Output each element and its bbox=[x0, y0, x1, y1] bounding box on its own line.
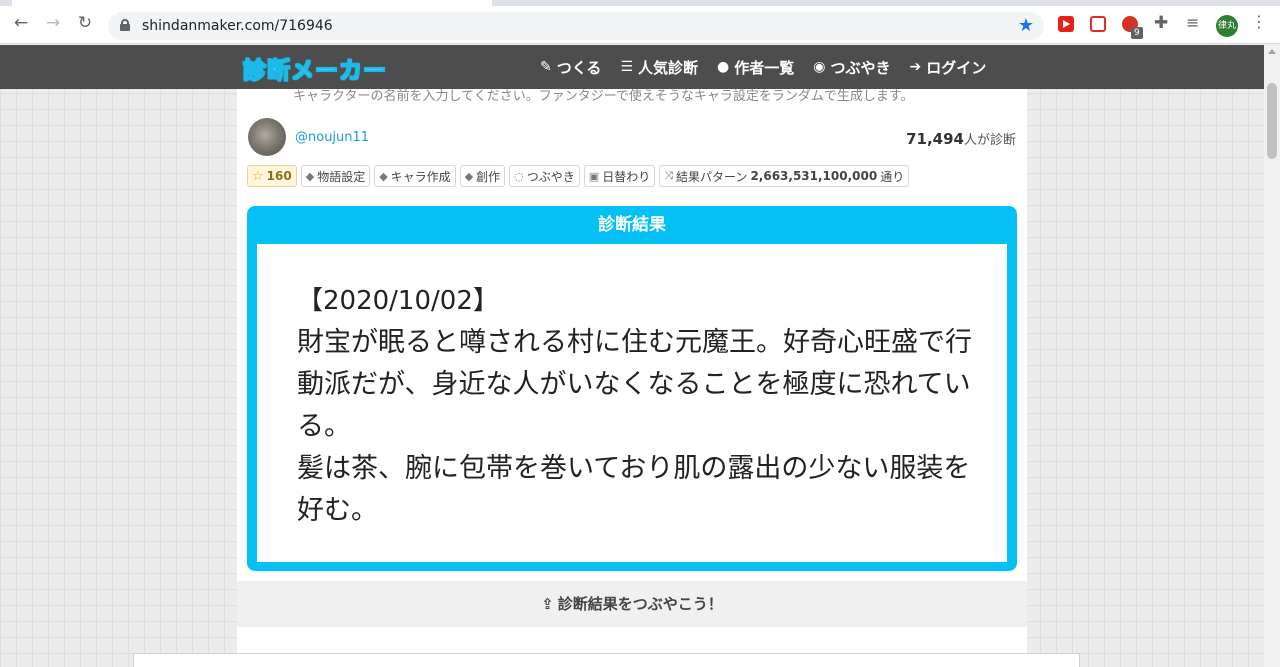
tweets-label: つぶやき bbox=[526, 169, 575, 184]
shindan-content: キャラクターの名前を入力してください。ファンタジーで使えそうなキャラ設定をランダ… bbox=[237, 45, 1027, 667]
result-text: 財宝が眠ると噂される村に住む元魔王。好奇心旺盛で行動派だが、身近な人がいなくなる… bbox=[297, 322, 987, 532]
nav-authors-label: 作者一覧 bbox=[734, 58, 795, 77]
nav-create-label: つくる bbox=[556, 58, 602, 77]
comment-icon: ◌ bbox=[514, 169, 524, 183]
page-scrollbar[interactable] bbox=[1264, 45, 1280, 667]
tab-strip bbox=[0, 0, 1280, 6]
diagnosis-count: 71,494人が診断 bbox=[906, 129, 1016, 148]
favorite-count: 160 bbox=[266, 169, 292, 183]
tag-label: 創作 bbox=[476, 169, 501, 184]
tag-icon: ◆ bbox=[379, 169, 388, 183]
pattern-number: 2,663,531,100,000 bbox=[750, 169, 878, 183]
bottom-popup-edge bbox=[133, 653, 1080, 667]
extensions-puzzle-icon[interactable]: ✚ bbox=[1154, 13, 1168, 33]
address-bar[interactable]: shindanmaker.com/716946 ★ bbox=[108, 12, 1044, 40]
tag-story-setting[interactable]: ◆ 物語設定 bbox=[300, 165, 371, 187]
list-icon: ☰ bbox=[620, 59, 633, 75]
diagnosis-count-number: 71,494 bbox=[906, 130, 964, 148]
result-body-panel: 【2020/10/02】 財宝が眠ると噂される村に住む元魔王。好奇心旺盛で行動派… bbox=[257, 244, 1007, 562]
scrollbar-thumb[interactable] bbox=[1267, 83, 1277, 159]
tag-creation[interactable]: ◆ 創作 bbox=[459, 165, 506, 187]
nav-tweets-label: つぶやき bbox=[830, 58, 891, 77]
user-icon: ● bbox=[717, 59, 730, 75]
bookmark-star-icon[interactable]: ★ bbox=[1018, 15, 1034, 36]
pattern-suffix: 通り bbox=[880, 169, 905, 184]
page-viewport: キャラクターの名前を入力してください。ファンタジーで使えそうなキャラ設定をランダ… bbox=[0, 45, 1264, 667]
tweets-link[interactable]: ◌ つぶやき bbox=[509, 165, 580, 187]
share-label: 診断結果をつぶやこう！ bbox=[557, 595, 723, 613]
reload-icon[interactable]: ↻ bbox=[76, 14, 94, 32]
tag-label: 物語設定 bbox=[317, 169, 366, 184]
extension-badge: 9 bbox=[1131, 27, 1143, 39]
site-nav: ✎ つくる ☰ 人気診断 ● 作者一覧 ◉ つぶやき ➔ ログイン bbox=[540, 45, 1005, 89]
result-date: 【2020/10/02】 bbox=[297, 286, 499, 316]
comments-icon: ◉ bbox=[813, 59, 826, 75]
browser-toolbar: ← → ↻ shindanmaker.com/716946 ★ 9 ✚ ≡ 律丸… bbox=[0, 0, 1280, 44]
nav-tweets[interactable]: ◉ つぶやき bbox=[813, 57, 890, 78]
nav-authors[interactable]: ● 作者一覧 bbox=[717, 57, 794, 78]
result-box: 診断結果 【2020/10/02】 財宝が眠ると噂される村に住む元魔王。好奇心旺… bbox=[247, 206, 1017, 571]
tag-label: キャラ作成 bbox=[390, 169, 451, 184]
url-text[interactable]: shindanmaker.com/716946 bbox=[142, 18, 333, 34]
nav-popular[interactable]: ☰ 人気診断 bbox=[620, 57, 698, 78]
daily-label: 日替わり bbox=[602, 169, 651, 184]
result-text-body: 財宝が眠ると噂される村に住む元魔王。好奇心旺盛で行動派だが、身近な人がいなくなる… bbox=[297, 327, 972, 526]
share-icon: ⇪ bbox=[541, 595, 554, 613]
favorite-button[interactable]: ☆ 160 bbox=[247, 165, 297, 187]
lock-icon[interactable] bbox=[120, 19, 130, 31]
tag-icon: ◆ bbox=[464, 169, 474, 183]
tag-icon: ◆ bbox=[305, 169, 315, 183]
result-patterns-badge: ⤨ 結果パターン 2,663,531,100,000 通り bbox=[659, 165, 910, 187]
calendar-icon: ▣ bbox=[588, 169, 600, 183]
scroll-up-icon[interactable] bbox=[1268, 49, 1276, 54]
calendar-extension-icon[interactable] bbox=[1090, 16, 1106, 32]
pattern-prefix: 結果パターン bbox=[676, 169, 748, 184]
tag-character-creation[interactable]: ◆ キャラ作成 bbox=[374, 165, 456, 187]
diagnosis-count-suffix: 人が診断 bbox=[963, 133, 1016, 148]
shuffle-icon: ⤨ bbox=[664, 169, 674, 182]
edit-icon: ✎ bbox=[540, 59, 552, 75]
forward-icon[interactable]: → bbox=[44, 14, 62, 32]
youtube-extension-icon[interactable] bbox=[1058, 16, 1074, 32]
site-logo[interactable]: 診断メーカー bbox=[243, 51, 387, 85]
author-link[interactable]: @noujun11 bbox=[295, 130, 369, 145]
nav-create[interactable]: ✎ つくる bbox=[540, 57, 601, 78]
nav-login-label: ログイン bbox=[926, 58, 987, 77]
active-tab[interactable] bbox=[12, 0, 492, 6]
nav-popular-label: 人気診断 bbox=[638, 58, 699, 77]
share-result-button[interactable]: ⇪ 診断結果をつぶやこう！ bbox=[237, 581, 1027, 627]
tag-row: ☆ 160 ◆ 物語設定 ◆ キャラ作成 ◆ 創作 ◌ つぶやき ▣ 日替わり bbox=[247, 165, 913, 187]
daily-badge: ▣ 日替わり bbox=[583, 165, 656, 187]
site-header: 診断メーカー ✎ つくる ☰ 人気診断 ● 作者一覧 ◉ つぶやき ➔ ログイン bbox=[0, 45, 1264, 89]
media-queue-icon[interactable]: ≡ bbox=[1186, 13, 1199, 32]
nav-login[interactable]: ➔ ログイン bbox=[909, 57, 986, 78]
star-icon: ☆ bbox=[252, 168, 264, 184]
back-icon[interactable]: ← bbox=[12, 14, 30, 32]
login-icon: ➔ bbox=[909, 59, 922, 75]
profile-avatar[interactable]: 律丸 bbox=[1216, 15, 1238, 37]
browser-menu-icon[interactable]: ⋮ bbox=[1251, 14, 1267, 30]
author-avatar[interactable] bbox=[248, 118, 286, 156]
result-title: 診断結果 bbox=[598, 215, 666, 235]
